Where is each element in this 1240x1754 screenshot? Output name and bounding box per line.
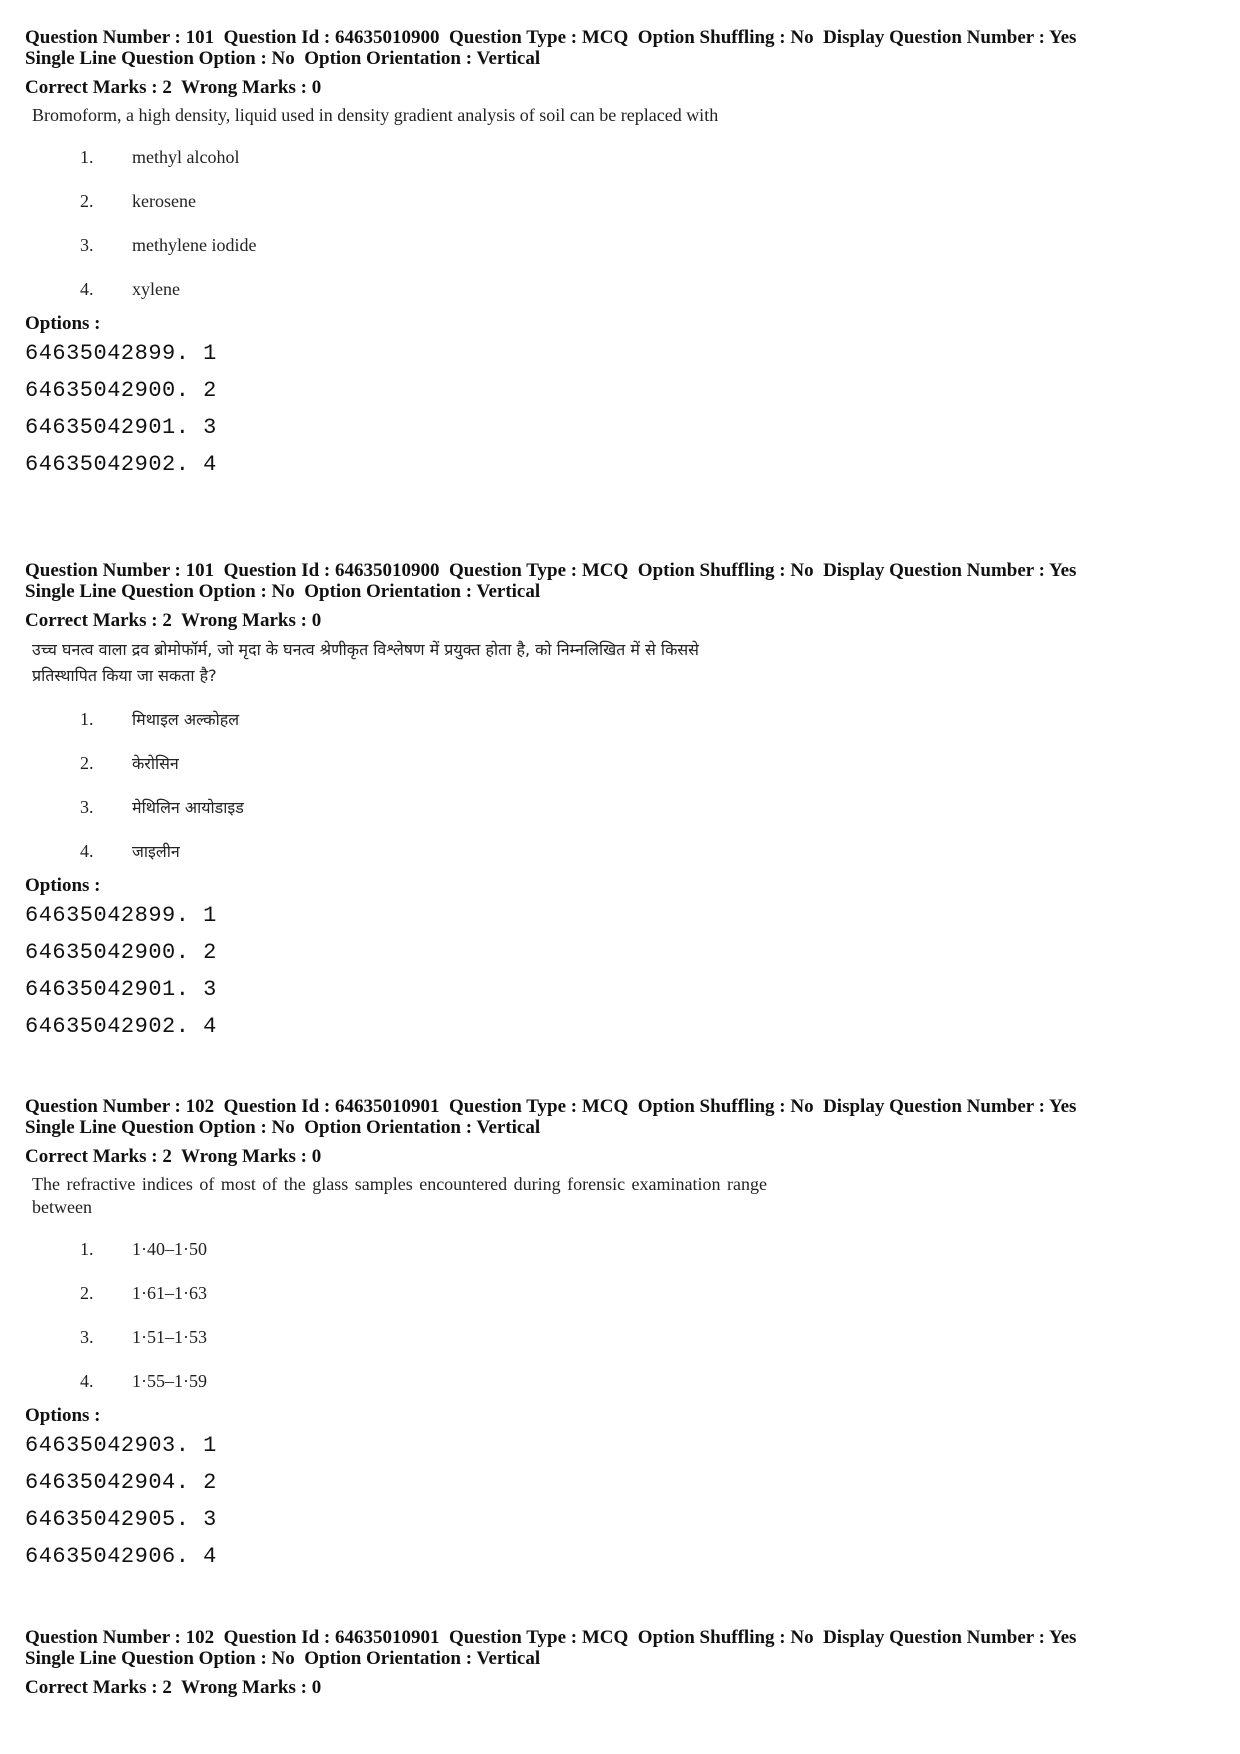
choice-item: 3. मेथिलिन आयोडाइड (25, 785, 1225, 829)
choice-item: 4. 1·55–1·59 (25, 1359, 1225, 1403)
choice-number: 2. (80, 190, 94, 211)
option-id: 64635042900. 2 (25, 378, 217, 403)
choice-item: 4. जाइलीन (25, 829, 1225, 873)
choice-number: 2. (80, 1282, 94, 1303)
choice-list: 1. methyl alcohol 2. kerosene 3. methylene … (25, 135, 1225, 311)
choice-number: 1. (80, 1238, 94, 1259)
options-label: Options : (25, 1405, 101, 1426)
question-marks: Correct Marks : 2 Wrong Marks : 0 (25, 1677, 322, 1698)
choice-label: केरोसिन (132, 754, 179, 773)
question-meta-line-1: Question Number : 102 Question Id : 6463… (25, 1096, 1077, 1117)
choice-list: 1. 1·40–1·50 2. 1·61–1·63 3. 1·51–1·53 4. 1·… (25, 1227, 1225, 1403)
question-text: The refractive indices of most of the gl… (32, 1174, 767, 1217)
choice-item: 3. methylene iodide (25, 223, 1225, 267)
question-block: Question Number : 101 Question Id : 6463… (25, 27, 1225, 483)
choice-item: 4. xylene (25, 267, 1225, 311)
question-meta-line-2: Single Line Question Option : No Option … (25, 581, 541, 602)
options-label: Options : (25, 313, 101, 334)
choice-item: 1. methyl alcohol (25, 135, 1225, 179)
choice-number: 4. (80, 1370, 94, 1391)
choice-number: 3. (80, 234, 94, 255)
choice-label: 1·40–1·50 (132, 1238, 207, 1259)
choice-list: 1. मिथाइल अल्कोहल 2. केरोसिन 3. मेथिलिन आयो… (25, 697, 1225, 873)
question-meta-line-1: Question Number : 101 Question Id : 6463… (25, 560, 1077, 581)
choice-number: 2. (80, 752, 94, 773)
choice-label: methylene iodide (132, 234, 257, 255)
choice-number: 3. (80, 796, 94, 817)
choice-label: methyl alcohol (132, 146, 240, 167)
choice-item: 2. kerosene (25, 179, 1225, 223)
option-id: 64635042901. 3 (25, 415, 217, 440)
choice-label: xylene (132, 278, 180, 299)
choice-number: 4. (80, 840, 94, 861)
option-id: 64635042902. 4 (25, 452, 217, 477)
option-id: 64635042899. 1 (25, 341, 217, 366)
choice-label: kerosene (132, 190, 196, 211)
option-id: 64635042899. 1 (25, 903, 217, 928)
choice-label: मिथाइल अल्कोहल (132, 710, 240, 729)
choice-label: जाइलीन (132, 842, 180, 861)
option-id: 64635042901. 3 (25, 977, 217, 1002)
choice-label: 1·55–1·59 (132, 1370, 207, 1391)
choice-number: 4. (80, 278, 94, 299)
question-block: Question Number : 102 Question Id : 6463… (25, 1627, 1225, 1698)
question-text: Bromoform, a high density, liquid used i… (32, 105, 719, 125)
option-id: 64635042903. 1 (25, 1433, 217, 1458)
question-meta-line-2: Single Line Question Option : No Option … (25, 48, 541, 69)
choice-label: 1·51–1·53 (132, 1326, 207, 1347)
question-block: Question Number : 102 Question Id : 6463… (25, 1096, 1225, 1575)
option-id: 64635042905. 3 (25, 1507, 217, 1532)
question-meta-line-2: Single Line Question Option : No Option … (25, 1117, 541, 1138)
choice-item: 2. 1·61–1·63 (25, 1271, 1225, 1315)
option-id: 64635042902. 4 (25, 1014, 217, 1039)
choice-number: 3. (80, 1326, 94, 1347)
choice-item: 1. 1·40–1·50 (25, 1227, 1225, 1271)
choice-label: 1·61–1·63 (132, 1282, 207, 1303)
question-marks: Correct Marks : 2 Wrong Marks : 0 (25, 610, 322, 631)
question-meta-line-1: Question Number : 101 Question Id : 6463… (25, 27, 1077, 48)
option-id: 64635042900. 2 (25, 940, 217, 965)
question-block: Question Number : 101 Question Id : 6463… (25, 560, 1225, 1045)
choice-number: 1. (80, 708, 94, 729)
option-id: 64635042906. 4 (25, 1544, 217, 1569)
question-meta-line-1: Question Number : 102 Question Id : 6463… (25, 1627, 1077, 1648)
choice-label: मेथिलिन आयोडाइड (132, 798, 244, 817)
options-label: Options : (25, 875, 101, 896)
choice-item: 3. 1·51–1·53 (25, 1315, 1225, 1359)
choice-item: 1. मिथाइल अल्कोहल (25, 697, 1225, 741)
choice-number: 1. (80, 146, 94, 167)
question-marks: Correct Marks : 2 Wrong Marks : 0 (25, 1146, 322, 1167)
question-text: उच्च घनत्व वाला द्रव ब्रोमोफॉर्म, जो मृद… (32, 640, 699, 685)
option-id: 64635042904. 2 (25, 1470, 217, 1495)
question-marks: Correct Marks : 2 Wrong Marks : 0 (25, 77, 322, 98)
choice-item: 2. केरोसिन (25, 741, 1225, 785)
question-meta-line-2: Single Line Question Option : No Option … (25, 1648, 541, 1669)
